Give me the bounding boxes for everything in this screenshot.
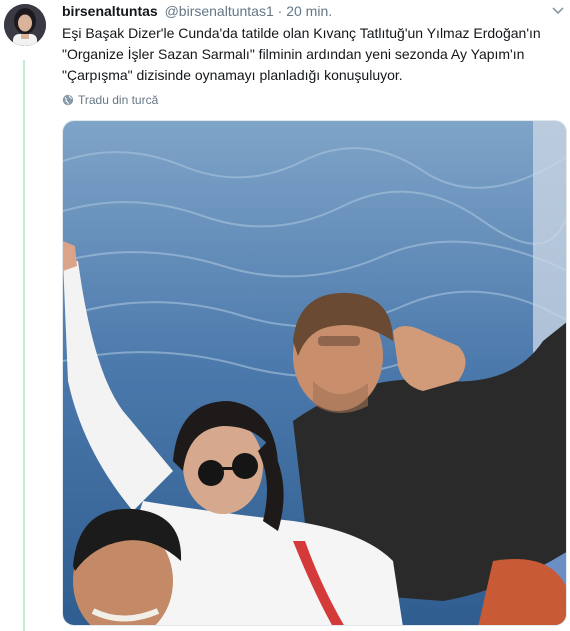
chevron-down-icon[interactable]: [552, 6, 564, 16]
photo-image: [63, 121, 566, 625]
tweet-photo[interactable]: [62, 120, 567, 626]
translate-link[interactable]: Tradu din turcă: [62, 92, 158, 108]
tweet-header: birsenaltuntas @birsenaltuntas1 · 20 min…: [62, 2, 332, 20]
user-handle[interactable]: @birsenaltuntas1: [165, 3, 274, 19]
tweet-text-line: "Organize İşler Sazan Sarmalı" filminin …: [62, 46, 525, 62]
avatar-image: [4, 4, 46, 46]
avatar[interactable]: [4, 4, 46, 46]
tweet-text-line: Eşi Başak Dizer'le Cunda'da tatilde olan…: [62, 25, 541, 41]
display-name[interactable]: birsenaltuntas: [62, 3, 158, 19]
timestamp[interactable]: 20 min.: [286, 3, 332, 19]
tweet-text: Eşi Başak Dizer'le Cunda'da tatilde olan…: [62, 23, 557, 86]
globe-icon: [62, 94, 74, 106]
tweet-text-line: "Çarpışma" dizisinde oynamayı planladığı…: [62, 67, 403, 83]
translate-label: Tradu din turcă: [78, 93, 159, 107]
separator-dot: ·: [277, 3, 283, 19]
thread-line: [23, 60, 25, 631]
